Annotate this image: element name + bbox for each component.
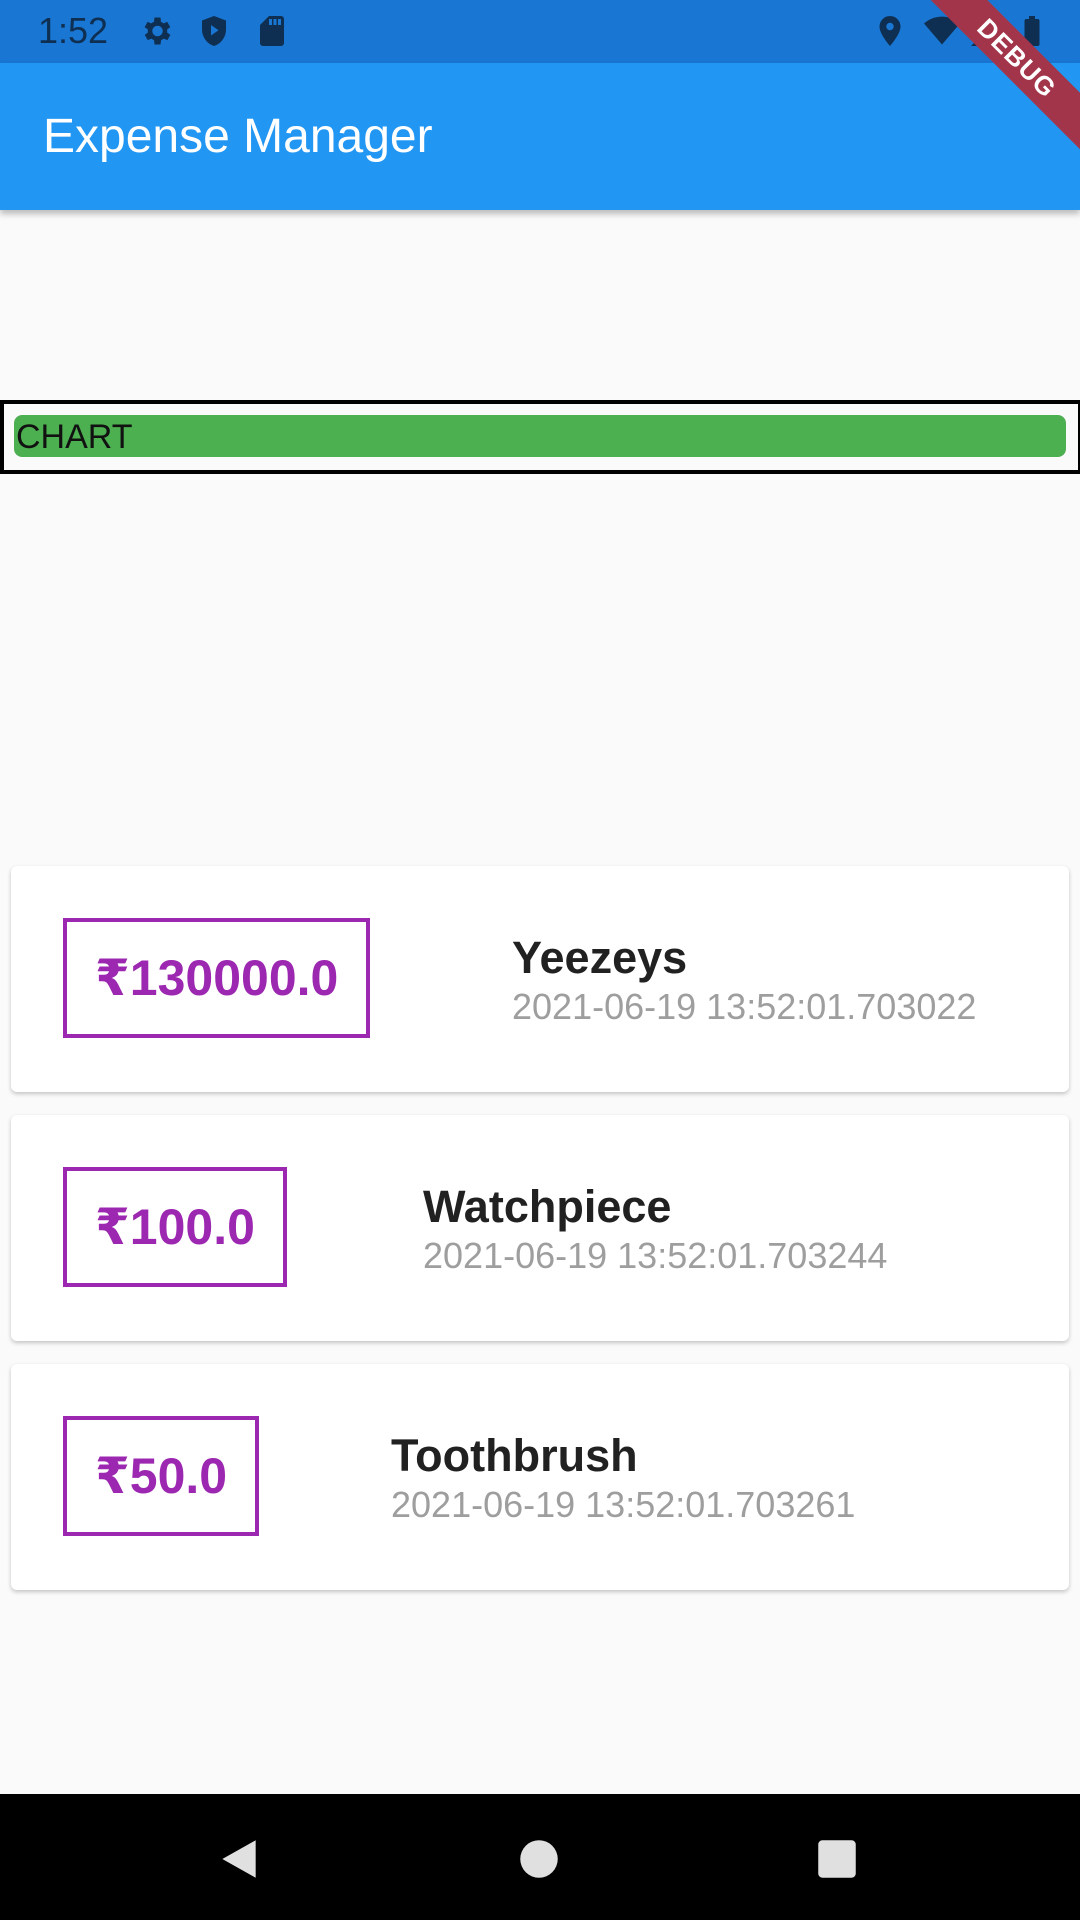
- wifi-icon: [924, 16, 960, 45]
- gear-icon: [144, 17, 171, 45]
- chart-bar-track: [14, 415, 1066, 457]
- transaction-info: Toothbrush 2021-06-19 13:52:01.703261: [391, 1430, 855, 1526]
- transaction-title: Yeezeys: [512, 932, 688, 983]
- chart-bar-fill: [14, 415, 1066, 457]
- transaction-info: Yeezeys 2021-06-19 13:52:01.703022: [512, 932, 976, 1028]
- transaction-card[interactable]: ₹100.0 Watchpiece 2021-06-19 13:52:01.70…: [11, 1115, 1069, 1341]
- recents-icon[interactable]: [812, 1834, 862, 1884]
- transaction-amount: ₹130000.0: [95, 950, 339, 1006]
- chart-container: CHART: [0, 400, 1080, 474]
- transaction-title: Toothbrush: [391, 1430, 638, 1481]
- signal-icon: [971, 16, 1001, 46]
- app-bar: Expense Manager: [0, 63, 1080, 210]
- transaction-amount: ₹50.0: [95, 1448, 228, 1504]
- back-icon[interactable]: [214, 1834, 264, 1884]
- amount-box: ₹50.0: [63, 1416, 260, 1536]
- status-time: 1:52: [38, 10, 109, 51]
- chart-label: CHART: [16, 418, 133, 456]
- sd-card-icon: [260, 16, 284, 46]
- page-title: Expense Manager: [43, 110, 433, 163]
- transaction-date: 2021-06-19 13:52:01.703261: [391, 1484, 856, 1525]
- transaction-title: Watchpiece: [423, 1181, 672, 1232]
- transaction-date: 2021-06-19 13:52:01.703244: [423, 1235, 888, 1276]
- transaction-info: Watchpiece 2021-06-19 13:52:01.703244: [423, 1181, 887, 1277]
- amount-box: ₹100.0: [63, 1167, 287, 1287]
- shield-play-icon: [202, 16, 226, 46]
- amount-box: ₹130000.0: [63, 918, 371, 1038]
- navigation-bar: [0, 1794, 1080, 1920]
- status-bar: 1:52: [0, 0, 1080, 63]
- battery-icon: [1024, 16, 1040, 46]
- transaction-date: 2021-06-19 13:52:01.703022: [512, 986, 977, 1027]
- home-icon[interactable]: [514, 1834, 564, 1884]
- transaction-amount: ₹100.0: [95, 1199, 255, 1255]
- transaction-card[interactable]: ₹50.0 Toothbrush 2021-06-19 13:52:01.703…: [11, 1364, 1069, 1590]
- transaction-card[interactable]: ₹130000.0 Yeezeys 2021-06-19 13:52:01.70…: [11, 866, 1069, 1092]
- location-icon: [879, 16, 901, 46]
